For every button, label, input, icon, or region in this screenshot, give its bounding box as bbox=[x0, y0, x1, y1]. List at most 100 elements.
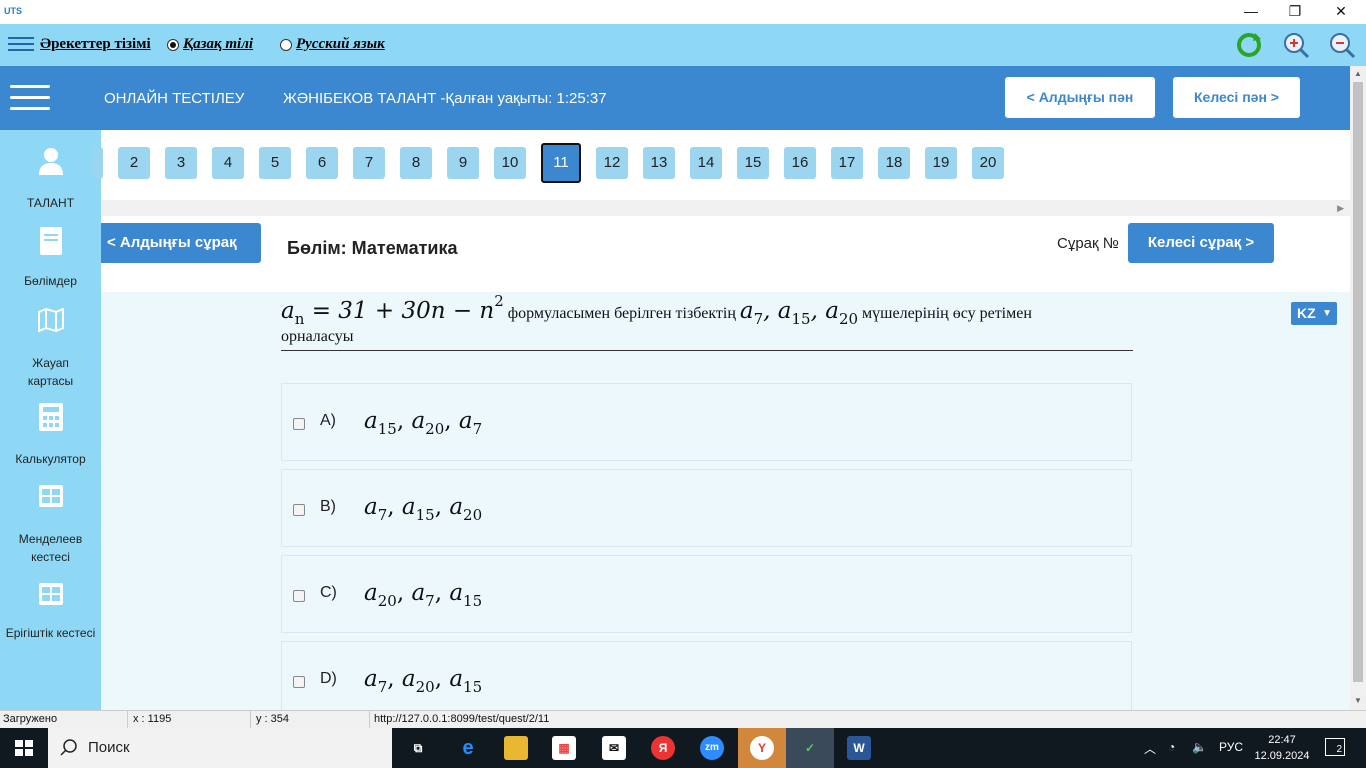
question-number-button[interactable]: 17 bbox=[831, 147, 863, 179]
wifi-icon[interactable]: ◔ bbox=[1168, 740, 1175, 754]
question-number-button[interactable]: 6 bbox=[306, 147, 338, 179]
answer-checkbox[interactable] bbox=[293, 418, 305, 430]
question-number-button[interactable]: 15 bbox=[737, 147, 769, 179]
answer-checkbox[interactable] bbox=[293, 676, 305, 688]
question-number-button[interactable]: 3 bbox=[165, 147, 197, 179]
answer-letter: D) bbox=[320, 670, 337, 687]
task-view-icon[interactable]: ⧉ bbox=[406, 736, 430, 760]
minimize-button[interactable]: — bbox=[1228, 0, 1274, 24]
sidebar-item-calculator[interactable]: Калькулятор bbox=[0, 402, 101, 466]
notifications-icon[interactable]: 2 bbox=[1325, 738, 1345, 756]
question-number-button[interactable]: 19 bbox=[925, 147, 957, 179]
window-titlebar: UTS — ❐ ✕ bbox=[0, 0, 1366, 24]
term-index: 15 bbox=[463, 678, 483, 696]
scroll-up-icon[interactable]: ▲ bbox=[1354, 69, 1362, 78]
zoom-icon[interactable]: zm bbox=[700, 736, 724, 760]
question-number-button[interactable]: 4 bbox=[212, 147, 244, 179]
language-select-value: KZ bbox=[1297, 305, 1316, 321]
prev-question-button[interactable]: < Алдыңғы сұрақ bbox=[101, 223, 261, 263]
question-nav-bar: < Алдыңғы сұрақ Бөлім: Математика Сұрақ … bbox=[101, 216, 1350, 292]
question-text: an = 31 + 30n − n2 формуласымен берілген… bbox=[281, 290, 1133, 351]
term-index: 20 bbox=[415, 678, 435, 696]
question-number-button[interactable]: 16 bbox=[784, 147, 816, 179]
zoom-out-icon[interactable] bbox=[1328, 31, 1356, 59]
sidebar-item-answer-map[interactable]: Жауап картасы bbox=[0, 308, 101, 388]
taskbar-search[interactable]: Поиск bbox=[48, 728, 392, 768]
sidebar-item-label: Ерігіштік кестесі bbox=[5, 626, 96, 640]
question-number-strip: 2 3 4 5 6 7 8 9 10 11 12 13 14 15 16 17 18 19 20 bbox=[93, 130, 1350, 200]
search-placeholder: Поиск bbox=[88, 739, 130, 756]
input-language[interactable]: РУС bbox=[1219, 740, 1243, 754]
answer-letter: C) bbox=[320, 584, 337, 601]
question-number-label: Сұрақ № bbox=[1057, 235, 1119, 252]
mail-icon[interactable]: ✉ bbox=[602, 736, 626, 760]
word-icon[interactable]: W bbox=[847, 736, 871, 760]
question-number-button[interactable]: 18 bbox=[878, 147, 910, 179]
question-text-line2: орналасуы bbox=[281, 328, 354, 345]
sidebar-item-label: Жауап картасы bbox=[27, 356, 74, 388]
header-title: ОНЛАЙН ТЕСТІЛЕУ bbox=[104, 90, 245, 107]
answer-checkbox[interactable] bbox=[293, 504, 305, 516]
user-timer: ЖӘНІБЕКОВ ТАЛАНТ -Қалған уақыты: 1:25:37 bbox=[283, 90, 607, 107]
next-question-button[interactable]: Келесі сұрақ > bbox=[1128, 223, 1274, 263]
main-content: 2 3 4 5 6 7 8 9 10 11 12 13 14 15 16 17 18 19 20 ▶ < Алдың… bbox=[93, 130, 1350, 711]
question-number-button[interactable]: 2 bbox=[118, 147, 150, 179]
question-number-partial[interactable] bbox=[93, 147, 103, 179]
windows-start-icon[interactable] bbox=[15, 740, 33, 756]
question-number-button[interactable]: 5 bbox=[259, 147, 291, 179]
question-number-button[interactable]: 11 bbox=[541, 143, 581, 183]
question-number-button[interactable]: 8 bbox=[400, 147, 432, 179]
answer-option[interactable]: B) a7, a15, a20 bbox=[281, 469, 1132, 547]
next-subject-button[interactable]: Келесі пән > bbox=[1173, 77, 1300, 118]
refresh-icon[interactable] bbox=[1235, 31, 1263, 59]
status-x: x : 1195 bbox=[133, 713, 172, 725]
menu-icon[interactable] bbox=[10, 85, 50, 111]
table-icon bbox=[38, 583, 63, 605]
prev-subject-button[interactable]: < Алдыңғы пән bbox=[1005, 77, 1155, 118]
language-select[interactable]: KZ ▼ bbox=[1291, 302, 1337, 325]
store-icon[interactable]: ▦ bbox=[552, 736, 576, 760]
test-app-task[interactable]: ✓ bbox=[786, 728, 834, 768]
term-index: 7 bbox=[377, 506, 388, 524]
sidebar-item-solubility-table[interactable]: Ерігіштік кестесі bbox=[0, 582, 101, 640]
file-explorer-icon[interactable] bbox=[504, 736, 528, 760]
answer-checkbox[interactable] bbox=[293, 590, 305, 602]
term-index: 7 bbox=[425, 592, 435, 610]
left-sidebar: ТАЛАНТ Бөлімдер Жауап картасы Калькулято… bbox=[0, 130, 101, 710]
scrollbar-thumb[interactable] bbox=[1353, 82, 1363, 682]
sidebar-item-periodic-table[interactable]: Менделеев кестесі bbox=[0, 484, 101, 564]
sidebar-item-sections[interactable]: Бөлімдер bbox=[0, 226, 101, 288]
chevron-up-icon[interactable]: ︿ bbox=[1144, 740, 1156, 757]
yandex-icon[interactable]: Я bbox=[651, 736, 675, 760]
question-number-button[interactable]: 20 bbox=[972, 147, 1004, 179]
sidebar-item-user[interactable]: ТАЛАНТ bbox=[0, 146, 101, 210]
question-number-button[interactable]: 9 bbox=[447, 147, 479, 179]
list-icon[interactable] bbox=[8, 37, 34, 53]
scroll-right-icon[interactable]: ▶ bbox=[1337, 203, 1344, 214]
restore-button[interactable]: ❐ bbox=[1272, 0, 1318, 24]
edge-icon[interactable]: e bbox=[456, 736, 480, 760]
zoom-in-icon[interactable] bbox=[1282, 31, 1310, 59]
term-index: 15 bbox=[415, 506, 435, 524]
calculator-icon bbox=[38, 403, 63, 431]
scroll-down-icon[interactable]: ▼ bbox=[1354, 696, 1362, 705]
radio-russian[interactable] bbox=[280, 39, 292, 51]
horizontal-scrollbar[interactable]: ▶ bbox=[101, 200, 1350, 216]
volume-icon[interactable]: 🔈 bbox=[1192, 740, 1207, 754]
actions-list-link[interactable]: Әрекеттер тізімі bbox=[40, 36, 151, 53]
vertical-scrollbar[interactable]: ▲ ▼ bbox=[1350, 66, 1366, 710]
question-number-button[interactable]: 7 bbox=[353, 147, 385, 179]
clock[interactable]: 22:47 12.09.2024 bbox=[1252, 732, 1312, 764]
answer-option[interactable]: A) a15, a20, a7 bbox=[281, 383, 1132, 461]
question-number-button[interactable]: 14 bbox=[690, 147, 722, 179]
lang-russian-link[interactable]: Русский язык bbox=[296, 36, 385, 53]
question-number-button[interactable]: 13 bbox=[643, 147, 675, 179]
yandex-browser-task[interactable]: Y bbox=[738, 728, 786, 768]
question-number-button[interactable]: 10 bbox=[494, 147, 526, 179]
lang-kazakh-link[interactable]: Қазақ тілі bbox=[183, 36, 253, 53]
answer-option[interactable]: C) a20, a7, a15 bbox=[281, 555, 1132, 633]
question-number-button[interactable]: 12 bbox=[596, 147, 628, 179]
close-button[interactable]: ✕ bbox=[1318, 0, 1364, 24]
answer-option[interactable]: D) a7, a20, a15 bbox=[281, 641, 1132, 711]
radio-kazakh[interactable] bbox=[167, 39, 179, 51]
